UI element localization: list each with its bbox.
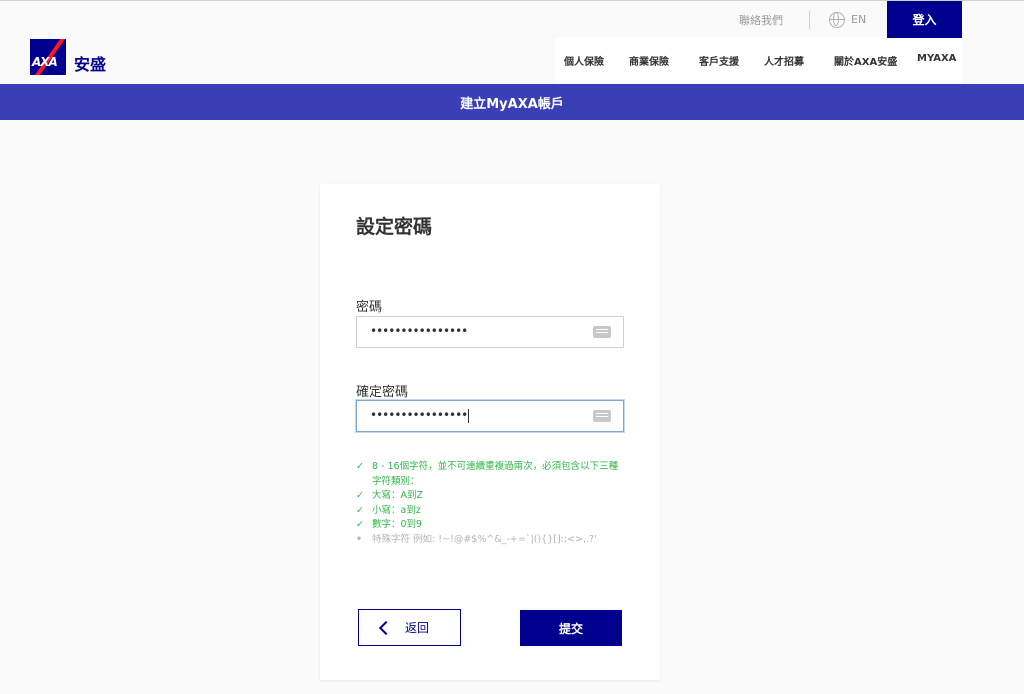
password-label: 密碼 <box>356 300 383 315</box>
nav-item-support[interactable]: 客戶支援 <box>699 53 739 68</box>
password-rules: ✓ 8 - 16個字符，並不可連續重複過兩次，必須包含以下三種字符類別： ✓ 大… <box>356 460 626 547</box>
contact-us-link[interactable]: 聯絡我們 <box>739 1 783 38</box>
nav-item-about[interactable]: 關於AXA安盛 <box>834 53 897 68</box>
rule-lowercase: ✓ 小寫：a到z <box>356 504 626 519</box>
check-icon: ✓ <box>356 461 364 472</box>
bullet-icon: • <box>356 533 363 545</box>
nav-item-careers[interactable]: 人才招募 <box>764 53 804 68</box>
rule-text: 數字：0到9 <box>372 519 423 530</box>
language-label: EN <box>851 13 867 26</box>
text-caret <box>468 408 470 423</box>
logo-mark-text: AXA <box>32 55 58 69</box>
language-switch[interactable]: EN <box>829 1 866 38</box>
banner-title: 建立MyAXA帳戶 <box>460 96 564 112</box>
check-icon: ✓ <box>356 519 364 530</box>
rule-uppercase: ✓ 大寫：A到Z <box>356 489 626 504</box>
check-icon: ✓ <box>356 490 364 501</box>
back-button-label: 返回 <box>405 621 430 635</box>
back-button[interactable]: 返回 <box>358 609 461 646</box>
keyboard-icon[interactable] <box>593 326 611 338</box>
brand-name: 安盛 <box>74 55 107 74</box>
rule-text: 小寫：a到z <box>372 504 421 516</box>
check-icon: ✓ <box>356 504 364 516</box>
rule-text: 特殊字符 例如: !~!@#$%^&_-+=`|(){}[]:;<>,.?' <box>372 533 597 545</box>
login-button[interactable]: 登入 <box>887 1 962 38</box>
rule-digits: ✓ 數字：0到9 <box>356 518 626 533</box>
axa-logo-mark: AXA <box>30 39 66 75</box>
keyboard-icon[interactable] <box>593 410 611 422</box>
password-value: •••••••••••••••• <box>370 324 468 338</box>
axa-logo[interactable]: AXA 安盛 <box>30 39 106 75</box>
utility-divider <box>809 11 810 29</box>
submit-button[interactable]: 提交 <box>520 610 622 646</box>
rule-length: ✓ 8 - 16個字符，並不可連續重複過兩次，必須包含以下三種字符類別： <box>356 460 626 489</box>
nav-item-business[interactable]: 商業保險 <box>629 53 669 68</box>
rule-text: 大寫：A到Z <box>372 490 424 501</box>
globe-icon <box>829 11 845 28</box>
page-title: 設定密碼 <box>356 216 433 238</box>
rule-text: 8 - 16個字符，並不可連續重複過兩次，必須包含以下三種字符類別： <box>372 461 619 487</box>
rule-special: • 特殊字符 例如: !~!@#$%^&_-+=`|(){}[]:;<>,.?' <box>356 533 626 548</box>
chevron-left-icon <box>378 620 394 635</box>
confirm-password-value: •••••••••••••••• <box>370 408 468 422</box>
nav-item-personal[interactable]: 個人保險 <box>564 53 604 68</box>
confirm-password-label: 確定密碼 <box>356 385 409 400</box>
set-password-card: 設定密碼 密碼 •••••••••••••••• 確定密碼 ••••••••••… <box>320 184 660 680</box>
submit-button-label: 提交 <box>558 621 583 636</box>
password-field[interactable]: •••••••••••••••• <box>356 316 624 348</box>
page-banner: 建立MyAXA帳戶 <box>0 84 1024 120</box>
confirm-password-field[interactable]: •••••••••••••••• <box>356 400 624 432</box>
nav-item-myaxa[interactable]: MYAXA <box>917 53 956 64</box>
main-nav: 個人保險 商業保險 客戶支援 人才招募 關於AXA安盛 MYAXA <box>555 38 962 83</box>
